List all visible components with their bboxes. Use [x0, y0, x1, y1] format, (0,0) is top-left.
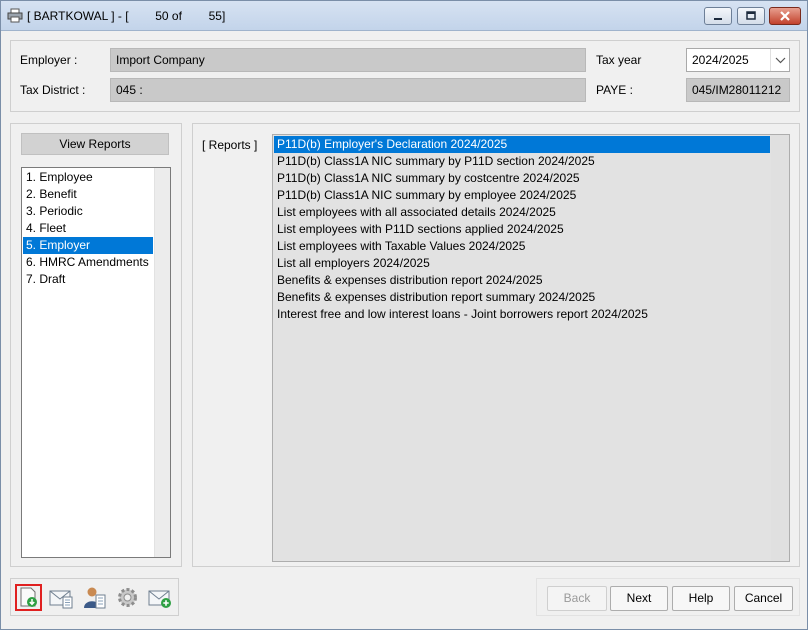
report-list-item[interactable]: P11D(b) Class1A NIC summary by costcentr…	[274, 170, 770, 187]
tax-district-label: Tax District :	[20, 83, 86, 97]
category-scrollbar[interactable]	[154, 168, 170, 557]
tax-year-label: Tax year	[596, 53, 642, 67]
email-report-icon	[49, 590, 73, 609]
category-list-item[interactable]: 1. Employee	[23, 169, 153, 186]
employer-header-panel: Employer : Import Company Tax District :…	[10, 40, 800, 112]
category-list-item[interactable]: 3. Periodic	[23, 203, 153, 220]
title-bar: [ BARTKOWAL ] - [ 50 of 55]	[1, 1, 807, 31]
add-email-icon	[148, 590, 171, 608]
category-list-item[interactable]: 2. Benefit	[23, 186, 153, 203]
tax-district-field: 045 :	[110, 78, 586, 102]
email-report-button[interactable]	[48, 584, 75, 611]
report-list-item[interactable]: P11D(b) Class1A NIC summary by employee …	[274, 187, 770, 204]
category-list-item[interactable]: 5. Employer	[23, 237, 153, 254]
combo-arrow[interactable]	[770, 49, 789, 71]
add-email-button[interactable]	[147, 584, 174, 611]
reports-label: [ Reports ]	[202, 138, 258, 152]
chevron-down-icon	[775, 57, 786, 64]
report-list-item[interactable]: P11D(b) Employer's Declaration 2024/2025	[274, 136, 770, 153]
next-button[interactable]: Next	[610, 586, 668, 611]
report-window: [ BARTKOWAL ] - [ 50 of 55] Employer : I…	[0, 0, 808, 630]
category-list[interactable]: 1. Employee 2. Benefit 3. Periodic 4. Fleet…	[21, 167, 171, 558]
report-list-item[interactable]: Benefits & expenses distribution report …	[274, 289, 770, 306]
paye-label: PAYE :	[596, 83, 633, 97]
view-reports-heading: View Reports	[21, 133, 169, 155]
paye-field: 045/IM28011212	[686, 78, 790, 102]
category-list-item[interactable]: 6. HMRC Amendments	[23, 254, 153, 271]
report-list-item[interactable]: List employees with Taxable Values 2024/…	[274, 238, 770, 255]
employee-card-button[interactable]	[81, 584, 108, 611]
settings-gear-icon	[118, 588, 137, 607]
category-list-item[interactable]: 4. Fleet	[23, 220, 153, 237]
report-list-item[interactable]: List all employers 2024/2025	[274, 255, 770, 272]
employee-card-icon	[84, 587, 106, 609]
export-document-button[interactable]	[15, 584, 42, 611]
report-list-item[interactable]: Interest free and low interest loans - J…	[274, 306, 770, 323]
maximize-icon	[746, 11, 756, 20]
reports-panel: [ Reports ] P11D(b) Employer's Declarati…	[192, 123, 800, 567]
minimize-button[interactable]	[704, 7, 732, 25]
category-panel: View Reports 1. Employee 2. Benefit 3. Per…	[10, 123, 182, 567]
tax-year-select[interactable]: 2024/2025	[686, 48, 790, 72]
minimize-icon	[714, 18, 722, 20]
export-document-icon	[20, 587, 37, 607]
window-title: [ BARTKOWAL ] - [ 50 of 55]	[27, 9, 226, 23]
help-button[interactable]: Help	[672, 586, 730, 611]
printer-icon	[7, 8, 23, 23]
report-list-item[interactable]: List employees with P11D sections applie…	[274, 221, 770, 238]
settings-button[interactable]	[114, 584, 141, 611]
category-list-item[interactable]: 7. Draft	[23, 271, 153, 288]
employer-label: Employer :	[20, 53, 78, 67]
reports-list[interactable]: P11D(b) Employer's Declaration 2024/2025…	[272, 134, 790, 562]
report-list-item[interactable]: P11D(b) Class1A NIC summary by P11D sect…	[274, 153, 770, 170]
report-list-item[interactable]: List employees with all associated detai…	[274, 204, 770, 221]
toolbar-panel	[10, 578, 179, 616]
tax-year-value: 2024/2025	[692, 53, 749, 67]
maximize-button[interactable]	[737, 7, 765, 25]
back-button[interactable]: Back	[547, 586, 607, 611]
reports-scrollbar[interactable]	[770, 135, 789, 561]
cancel-button[interactable]: Cancel	[734, 586, 793, 611]
close-icon	[780, 11, 790, 21]
close-button[interactable]	[769, 7, 801, 25]
report-list-item[interactable]: Benefits & expenses distribution report …	[274, 272, 770, 289]
employer-field: Import Company	[110, 48, 586, 72]
